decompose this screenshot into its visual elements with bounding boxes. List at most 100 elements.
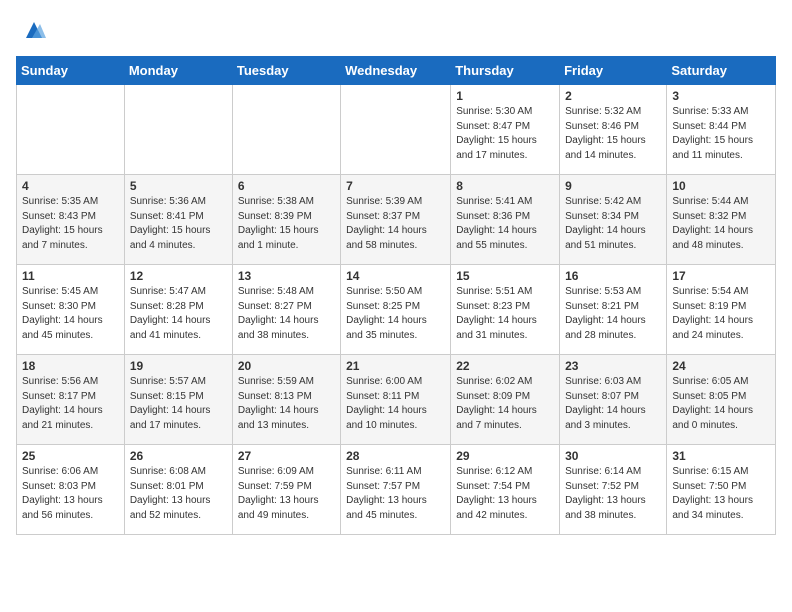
- calendar-cell: 23 Sunrise: 6:03 AM Sunset: 8:07 PM Dayli…: [560, 355, 667, 445]
- calendar-cell: 30Sunrise: 6:14 AM Sunset: 7:52 PM Dayli…: [560, 445, 667, 535]
- page-header: [16, 16, 776, 44]
- day-number: 15: [456, 269, 554, 283]
- calendar-cell: 4 Sunrise: 5:35 AM Sunset: 8:43 PM Daylig…: [17, 175, 125, 265]
- day-info: Sunrise: 5:42 AM Sunset: 8:34 PM Dayligh…: [565, 195, 661, 253]
- calendar-cell: 20 Sunrise: 5:59 AM Sunset: 8:13 PM Dayli…: [232, 355, 340, 445]
- weekday-header-tuesday: Tuesday: [232, 57, 340, 85]
- day-number: 29: [456, 449, 554, 463]
- calendar-table: SundayMondayTuesdayWednesdayThursdayFrid…: [16, 56, 776, 535]
- day-info: Sunrise: 5:50 AM Sunset: 8:25 PM Dayligh…: [346, 285, 445, 343]
- calendar-cell: 29 Sunrise: 6:12 AM Sunset: 7:54 PM Dayli…: [451, 445, 560, 535]
- day-number: 31: [672, 449, 770, 463]
- weekday-header-thursday: Thursday: [451, 57, 560, 85]
- calendar-cell: 24 Sunrise: 6:05 AM Sunset: 8:05 PM Dayli…: [667, 355, 776, 445]
- calendar-cell: [124, 85, 232, 175]
- calendar-cell: 27 Sunrise: 6:09 AM Sunset: 7:59 PM Dayli…: [232, 445, 340, 535]
- day-info: Sunrise: 5:32 AM Sunset: 8:46 PM Dayligh…: [565, 105, 661, 163]
- weekday-header-friday: Friday: [560, 57, 667, 85]
- calendar-cell: [17, 85, 125, 175]
- day-info: Sunrise: 5:38 AM Sunset: 8:39 PM Dayligh…: [238, 195, 335, 253]
- day-info: Sunrise: 5:54 AM Sunset: 8:19 PM Dayligh…: [672, 285, 770, 343]
- calendar-cell: 28 Sunrise: 6:11 AM Sunset: 7:57 PM Dayli…: [341, 445, 451, 535]
- calendar-cell: 19 Sunrise: 5:57 AM Sunset: 8:15 PM Dayli…: [124, 355, 232, 445]
- calendar-cell: 13Sunrise: 5:48 AM Sunset: 8:27 PM Dayli…: [232, 265, 340, 355]
- day-info: Sunrise: 5:30 AM Sunset: 8:47 PM Dayligh…: [456, 105, 554, 163]
- day-number: 19: [130, 359, 227, 373]
- day-info: Sunrise: 6:15 AM Sunset: 7:50 PM Dayligh…: [672, 465, 770, 523]
- day-info: Sunrise: 5:53 AM Sunset: 8:21 PM Dayligh…: [565, 285, 661, 343]
- day-number: 25: [22, 449, 119, 463]
- calendar-cell: 15 Sunrise: 5:51 AM Sunset: 8:23 PM Dayli…: [451, 265, 560, 355]
- day-number: 5: [130, 179, 227, 193]
- day-number: 16: [565, 269, 661, 283]
- calendar-cell: 10Sunrise: 5:44 AM Sunset: 8:32 PM Dayli…: [667, 175, 776, 265]
- day-number: 2: [565, 89, 661, 103]
- day-info: Sunrise: 5:47 AM Sunset: 8:28 PM Dayligh…: [130, 285, 227, 343]
- day-info: Sunrise: 6:11 AM Sunset: 7:57 PM Dayligh…: [346, 465, 445, 523]
- day-number: 12: [130, 269, 227, 283]
- day-info: Sunrise: 6:06 AM Sunset: 8:03 PM Dayligh…: [22, 465, 119, 523]
- day-info: Sunrise: 5:45 AM Sunset: 8:30 PM Dayligh…: [22, 285, 119, 343]
- day-number: 4: [22, 179, 119, 193]
- logo-icon: [20, 16, 48, 44]
- day-info: Sunrise: 5:51 AM Sunset: 8:23 PM Dayligh…: [456, 285, 554, 343]
- day-number: 21: [346, 359, 445, 373]
- calendar-cell: 7 Sunrise: 5:39 AM Sunset: 8:37 PM Daylig…: [341, 175, 451, 265]
- day-number: 20: [238, 359, 335, 373]
- day-number: 11: [22, 269, 119, 283]
- calendar-cell: 18Sunrise: 5:56 AM Sunset: 8:17 PM Dayli…: [17, 355, 125, 445]
- day-number: 23: [565, 359, 661, 373]
- day-info: Sunrise: 6:12 AM Sunset: 7:54 PM Dayligh…: [456, 465, 554, 523]
- calendar-week-row: 18Sunrise: 5:56 AM Sunset: 8:17 PM Dayli…: [17, 355, 776, 445]
- logo: [16, 16, 48, 44]
- calendar-cell: [232, 85, 340, 175]
- day-number: 27: [238, 449, 335, 463]
- day-info: Sunrise: 6:09 AM Sunset: 7:59 PM Dayligh…: [238, 465, 335, 523]
- day-info: Sunrise: 6:05 AM Sunset: 8:05 PM Dayligh…: [672, 375, 770, 433]
- weekday-header-monday: Monday: [124, 57, 232, 85]
- day-number: 18: [22, 359, 119, 373]
- calendar-cell: 3Sunrise: 5:33 AM Sunset: 8:44 PM Daylig…: [667, 85, 776, 175]
- calendar-cell: 26Sunrise: 6:08 AM Sunset: 8:01 PM Dayli…: [124, 445, 232, 535]
- calendar-week-row: 1 Sunrise: 5:30 AM Sunset: 8:47 PM Daylig…: [17, 85, 776, 175]
- calendar-cell: 16 Sunrise: 5:53 AM Sunset: 8:21 PM Dayli…: [560, 265, 667, 355]
- day-number: 1: [456, 89, 554, 103]
- calendar-cell: 21Sunrise: 6:00 AM Sunset: 8:11 PM Dayli…: [341, 355, 451, 445]
- day-number: 17: [672, 269, 770, 283]
- calendar-cell: 31 Sunrise: 6:15 AM Sunset: 7:50 PM Dayli…: [667, 445, 776, 535]
- day-number: 9: [565, 179, 661, 193]
- calendar-cell: 6 Sunrise: 5:38 AM Sunset: 8:39 PM Daylig…: [232, 175, 340, 265]
- day-info: Sunrise: 5:59 AM Sunset: 8:13 PM Dayligh…: [238, 375, 335, 433]
- calendar-week-row: 11 Sunrise: 5:45 AM Sunset: 8:30 PM Dayli…: [17, 265, 776, 355]
- weekday-header-wednesday: Wednesday: [341, 57, 451, 85]
- weekday-header-sunday: Sunday: [17, 57, 125, 85]
- day-info: Sunrise: 6:14 AM Sunset: 7:52 PM Dayligh…: [565, 465, 661, 523]
- calendar-cell: 1 Sunrise: 5:30 AM Sunset: 8:47 PM Daylig…: [451, 85, 560, 175]
- calendar-header-row: SundayMondayTuesdayWednesdayThursdayFrid…: [17, 57, 776, 85]
- weekday-header-saturday: Saturday: [667, 57, 776, 85]
- day-number: 7: [346, 179, 445, 193]
- day-number: 6: [238, 179, 335, 193]
- day-info: Sunrise: 6:08 AM Sunset: 8:01 PM Dayligh…: [130, 465, 227, 523]
- day-number: 10: [672, 179, 770, 193]
- calendar-cell: 11 Sunrise: 5:45 AM Sunset: 8:30 PM Dayli…: [17, 265, 125, 355]
- day-number: 3: [672, 89, 770, 103]
- day-number: 14: [346, 269, 445, 283]
- day-info: Sunrise: 5:39 AM Sunset: 8:37 PM Dayligh…: [346, 195, 445, 253]
- day-info: Sunrise: 5:48 AM Sunset: 8:27 PM Dayligh…: [238, 285, 335, 343]
- day-number: 28: [346, 449, 445, 463]
- calendar-week-row: 25 Sunrise: 6:06 AM Sunset: 8:03 PM Dayli…: [17, 445, 776, 535]
- day-info: Sunrise: 5:57 AM Sunset: 8:15 PM Dayligh…: [130, 375, 227, 433]
- calendar-cell: [341, 85, 451, 175]
- calendar-cell: 17 Sunrise: 5:54 AM Sunset: 8:19 PM Dayli…: [667, 265, 776, 355]
- calendar-cell: 25 Sunrise: 6:06 AM Sunset: 8:03 PM Dayli…: [17, 445, 125, 535]
- calendar-cell: 22 Sunrise: 6:02 AM Sunset: 8:09 PM Dayli…: [451, 355, 560, 445]
- day-info: Sunrise: 6:03 AM Sunset: 8:07 PM Dayligh…: [565, 375, 661, 433]
- day-number: 24: [672, 359, 770, 373]
- calendar-cell: 5Sunrise: 5:36 AM Sunset: 8:41 PM Daylig…: [124, 175, 232, 265]
- day-number: 22: [456, 359, 554, 373]
- day-info: Sunrise: 6:02 AM Sunset: 8:09 PM Dayligh…: [456, 375, 554, 433]
- day-info: Sunrise: 5:35 AM Sunset: 8:43 PM Dayligh…: [22, 195, 119, 253]
- calendar-cell: 8Sunrise: 5:41 AM Sunset: 8:36 PM Daylig…: [451, 175, 560, 265]
- calendar-cell: 2 Sunrise: 5:32 AM Sunset: 8:46 PM Daylig…: [560, 85, 667, 175]
